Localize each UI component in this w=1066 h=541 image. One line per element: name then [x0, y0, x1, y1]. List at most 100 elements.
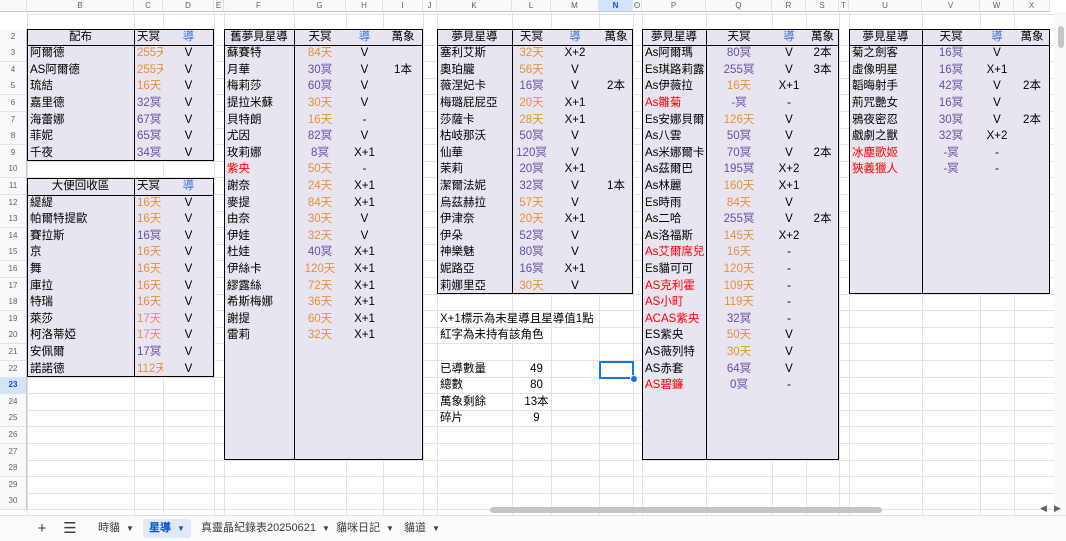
- chevron-down-icon[interactable]: ▼: [177, 524, 185, 533]
- value-cell[interactable]: 32冥: [512, 178, 551, 195]
- row-header-19[interactable]: 19: [0, 310, 27, 328]
- header-cell[interactable]: 萬象: [1014, 29, 1050, 46]
- name-cell[interactable]: AS阿爾德: [27, 62, 134, 79]
- column-header-M[interactable]: M: [551, 0, 599, 12]
- guide-cell[interactable]: V: [980, 95, 1014, 112]
- guide-cell[interactable]: -: [346, 161, 383, 178]
- name-cell[interactable]: 塞利艾斯: [437, 45, 512, 62]
- value-cell[interactable]: 16冥: [134, 228, 163, 245]
- column-header-I[interactable]: I: [383, 0, 423, 12]
- guide-cell[interactable]: V: [551, 228, 599, 245]
- row-header-21[interactable]: 21: [0, 344, 27, 361]
- row-header-27[interactable]: 27: [0, 443, 27, 461]
- wanxiang-cell[interactable]: [599, 128, 633, 145]
- name-cell[interactable]: 嘉里德: [27, 95, 134, 112]
- name-cell[interactable]: 月華: [224, 62, 294, 79]
- sheet-tab[interactable]: 貓道 ▼: [398, 519, 446, 538]
- row-header-5[interactable]: 5: [0, 78, 27, 96]
- guide-cell[interactable]: V: [163, 244, 214, 261]
- guide-cell[interactable]: V: [772, 211, 806, 228]
- guide-cell[interactable]: X+1: [551, 112, 599, 129]
- sheet-tab[interactable]: 真靈晶紀錄表20250621 ▼: [195, 519, 336, 538]
- row-header-10[interactable]: 10: [0, 161, 27, 179]
- guide-cell[interactable]: V: [163, 112, 214, 129]
- header-cell[interactable]: 配布: [27, 29, 134, 46]
- value-cell[interactable]: 82冥: [294, 128, 346, 145]
- row-header-11[interactable]: 11: [0, 178, 27, 195]
- header-cell[interactable]: 大便回收區: [27, 178, 134, 195]
- value-cell[interactable]: 195冥: [706, 161, 772, 178]
- guide-cell[interactable]: V: [551, 278, 599, 295]
- all-sheets-icon[interactable]: ☰: [60, 519, 80, 538]
- column-header-J[interactable]: J: [423, 0, 437, 12]
- guide-cell[interactable]: V: [551, 128, 599, 145]
- wanxiang-cell[interactable]: [806, 327, 839, 344]
- wanxiang-cell[interactable]: [806, 377, 839, 394]
- wanxiang-cell[interactable]: [806, 228, 839, 245]
- value-cell[interactable]: 32天: [512, 45, 551, 62]
- name-cell[interactable]: 烏茲赫拉: [437, 195, 512, 212]
- name-cell[interactable]: AS赤套: [642, 361, 706, 378]
- chevron-down-icon[interactable]: ▼: [126, 524, 134, 533]
- guide-cell[interactable]: X+2: [980, 128, 1014, 145]
- wanxiang-cell[interactable]: 2本: [1014, 112, 1050, 129]
- guide-cell[interactable]: X+2: [772, 161, 806, 178]
- column-header-L[interactable]: L: [512, 0, 551, 12]
- selected-cell[interactable]: [599, 360, 634, 379]
- guide-cell[interactable]: V: [772, 62, 806, 79]
- header-cell[interactable]: 天冥: [134, 29, 163, 46]
- value-cell[interactable]: 30冥: [922, 112, 980, 129]
- wanxiang-cell[interactable]: 2本: [806, 145, 839, 162]
- name-cell[interactable]: 京: [27, 244, 134, 261]
- value-cell[interactable]: 16冥: [922, 95, 980, 112]
- header-cell[interactable]: 夢見星導: [849, 29, 922, 46]
- guide-cell[interactable]: -: [772, 294, 806, 311]
- value-cell[interactable]: 30天: [512, 278, 551, 295]
- wanxiang-cell[interactable]: [806, 195, 839, 212]
- scroll-left-icon[interactable]: ◀: [1040, 503, 1047, 514]
- guide-cell[interactable]: V: [772, 344, 806, 361]
- row-header-7[interactable]: 7: [0, 111, 27, 129]
- name-cell[interactable]: 庫拉: [27, 278, 134, 295]
- wanxiang-cell[interactable]: [599, 45, 633, 62]
- guide-cell[interactable]: X+2: [551, 45, 599, 62]
- guide-cell[interactable]: V: [163, 78, 214, 95]
- wanxiang-cell[interactable]: [383, 128, 423, 145]
- guide-cell[interactable]: V: [163, 361, 214, 378]
- guide-cell[interactable]: V: [163, 128, 214, 145]
- name-cell[interactable]: AS碧鐮: [642, 377, 706, 394]
- value-cell[interactable]: 255天: [134, 62, 163, 79]
- guide-cell[interactable]: V: [346, 62, 383, 79]
- row-header-22[interactable]: 22: [0, 360, 27, 378]
- name-cell[interactable]: 神樂魅: [437, 244, 512, 261]
- value-cell[interactable]: 16冥: [512, 78, 551, 95]
- column-header-G[interactable]: G: [294, 0, 346, 12]
- value-cell[interactable]: 50冥: [706, 128, 772, 145]
- header-cell[interactable]: 夢見星導: [437, 29, 512, 46]
- header-cell[interactable]: 導: [980, 29, 1014, 46]
- header-cell[interactable]: 導: [163, 178, 214, 195]
- name-cell[interactable]: 枯岐那沃: [437, 128, 512, 145]
- guide-cell[interactable]: V: [980, 112, 1014, 129]
- guide-cell[interactable]: X+1: [346, 294, 383, 311]
- guide-cell[interactable]: V: [772, 195, 806, 212]
- row-header-23[interactable]: 23: [0, 377, 27, 395]
- name-cell[interactable]: 冰塵歌姬: [849, 145, 922, 162]
- wanxiang-cell[interactable]: [383, 45, 423, 62]
- value-cell[interactable]: 16天: [134, 278, 163, 295]
- value-cell[interactable]: 64冥: [706, 361, 772, 378]
- column-header-U[interactable]: U: [849, 0, 922, 12]
- wanxiang-cell[interactable]: [599, 211, 633, 228]
- name-cell[interactable]: 梅璐屁屁亞: [437, 95, 512, 112]
- column-header-W[interactable]: W: [980, 0, 1014, 12]
- value-cell[interactable]: 120天: [294, 261, 346, 278]
- guide-cell[interactable]: -: [980, 145, 1014, 162]
- guide-cell[interactable]: X+1: [346, 327, 383, 344]
- value-cell[interactable]: 40冥: [294, 244, 346, 261]
- guide-cell[interactable]: V: [163, 145, 214, 162]
- value-cell[interactable]: 34冥: [134, 145, 163, 162]
- sheet-tab[interactable]: 星導 ▼: [143, 519, 191, 538]
- value-cell[interactable]: 145天: [706, 228, 772, 245]
- column-header-D[interactable]: D: [163, 0, 214, 12]
- row-header-3[interactable]: 3: [0, 45, 27, 63]
